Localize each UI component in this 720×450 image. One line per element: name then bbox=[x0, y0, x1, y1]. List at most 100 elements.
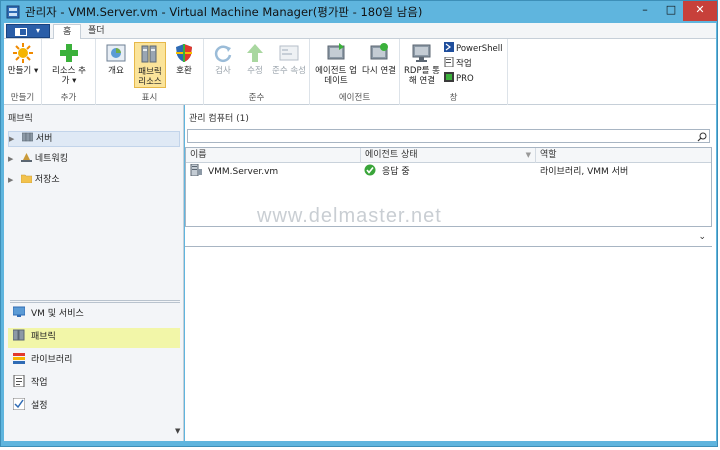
tab-folder[interactable]: 폴더 bbox=[79, 24, 114, 39]
vmm-app-icon bbox=[6, 5, 20, 19]
remediate-button[interactable]: 수정 bbox=[240, 42, 270, 76]
nav-vms-services[interactable]: VM 및 서비스 bbox=[8, 305, 180, 325]
results-pane: 관리 컴퓨터 (1) 이름 에이전트 상태 ▼ 역할 VMM.Server.vm… bbox=[185, 105, 716, 441]
compliance-label: 호환 bbox=[176, 66, 192, 76]
pie-chart-icon bbox=[106, 44, 126, 62]
table-row[interactable]: VMM.Server.vm 응답 중 라이브러리, VMM 서버 bbox=[186, 164, 711, 181]
group-label-show: 표시 bbox=[141, 93, 158, 103]
reconnect-icon bbox=[370, 43, 388, 60]
navigation-pane-title: 패브릭 bbox=[8, 114, 33, 124]
tree-item-servers-label: 서버 bbox=[35, 134, 53, 144]
nav-jobs[interactable]: 작업 bbox=[8, 374, 180, 394]
nav-scroll-down-icon[interactable]: ▼ bbox=[175, 427, 180, 435]
ribbon: 만들기 ▾ 만들기 리소스 추가 ▾ 추가 개요 패브릭 리소스 호환 표시 검… bbox=[4, 39, 716, 105]
powershell-label: PowerShell bbox=[456, 44, 503, 54]
group-label-window: 창 bbox=[449, 93, 458, 103]
search-icon[interactable] bbox=[697, 132, 707, 142]
nav-fabric-label: 패브릭 bbox=[31, 332, 56, 342]
overview-button[interactable]: 개요 bbox=[100, 42, 132, 76]
ribbon-group-create: 만들기 ▾ 만들기 bbox=[4, 39, 42, 105]
pro-button[interactable]: PRO bbox=[444, 72, 474, 84]
ribbon-group-compliance: 검사 수정 준수 속성 준수 bbox=[204, 39, 310, 105]
details-pane-bar[interactable]: ⌄ bbox=[185, 229, 712, 247]
servers-icon bbox=[21, 132, 33, 142]
chevron-down-icon: ▾ bbox=[36, 26, 41, 35]
pro-icon bbox=[444, 72, 454, 82]
grid-header-row: 이름 에이전트 상태 ▼ 역할 bbox=[186, 148, 711, 163]
jobs-icon bbox=[13, 375, 25, 387]
ribbon-group-window: RDP를 통해 연결 PowerShell 작업 PRO 창 bbox=[400, 39, 508, 105]
up-arrow-icon bbox=[247, 44, 263, 62]
cell-role: 라이브러리, VMM 서버 bbox=[540, 167, 629, 177]
reconnect-button[interactable]: 다시 연결 bbox=[362, 42, 396, 76]
tree-item-networking-label: 네트워킹 bbox=[34, 154, 68, 164]
ribbon-group-add: 리소스 추가 ▾ 추가 bbox=[42, 39, 96, 105]
nav-jobs-label: 작업 bbox=[31, 378, 48, 388]
add-resources-button[interactable]: 리소스 추가 ▾ bbox=[52, 42, 86, 86]
tree-item-networking[interactable]: ▶ 네트워킹 bbox=[8, 152, 180, 168]
create-button[interactable]: 만들기 ▾ bbox=[6, 42, 40, 76]
fabric-icon bbox=[13, 329, 25, 341]
agent-update-icon bbox=[327, 43, 345, 60]
nav-library[interactable]: 라이브러리 bbox=[8, 351, 180, 371]
app-window: 관리자 - VMM.Server.vm - Virtual Machine Ma… bbox=[0, 0, 718, 447]
minimize-button[interactable]: – bbox=[631, 1, 659, 21]
ribbon-group-show: 개요 패브릭 리소스 호환 표시 bbox=[96, 39, 204, 105]
create-button-label: 만들기 ▾ bbox=[7, 66, 39, 76]
search-input[interactable] bbox=[187, 129, 710, 143]
column-header-agent-status[interactable]: 에이전트 상태 ▼ bbox=[361, 148, 536, 163]
nav-settings[interactable]: 설정 bbox=[8, 397, 180, 417]
chevron-down-icon[interactable]: ⌄ bbox=[698, 232, 706, 242]
fabric-resources-button[interactable]: 패브릭 리소스 bbox=[134, 42, 166, 88]
rdp-connect-button[interactable]: RDP를 통해 연결 bbox=[402, 42, 442, 86]
ribbon-tab-strip: ▾ 홈 폴더 bbox=[4, 23, 716, 40]
nav-vms-services-label: VM 및 서비스 bbox=[31, 309, 84, 319]
sparkle-create-icon bbox=[13, 43, 33, 63]
green-plus-icon bbox=[60, 44, 78, 62]
properties-icon bbox=[279, 45, 299, 61]
column-header-role[interactable]: 역할 bbox=[536, 148, 711, 163]
pane-splitter[interactable] bbox=[10, 300, 180, 303]
shield-icon bbox=[176, 44, 192, 62]
update-agent-button[interactable]: 에이전트 업데이트 bbox=[314, 42, 358, 86]
remediate-label: 수정 bbox=[247, 66, 263, 76]
file-menu-icon bbox=[15, 28, 27, 36]
file-menu-button[interactable]: ▾ bbox=[6, 24, 50, 38]
tree-item-storage-label: 저장소 bbox=[34, 175, 60, 185]
storage-folder-icon bbox=[20, 174, 32, 183]
powershell-button[interactable]: PowerShell bbox=[444, 42, 502, 54]
overview-label: 개요 bbox=[108, 66, 124, 76]
nav-settings-label: 설정 bbox=[31, 401, 48, 411]
group-label-create: 만들기 bbox=[10, 93, 35, 103]
cell-name: VMM.Server.vm bbox=[190, 164, 278, 181]
status-ok-icon bbox=[364, 164, 376, 176]
compliance-button[interactable]: 호환 bbox=[168, 42, 200, 76]
scan-button[interactable]: 검사 bbox=[208, 42, 238, 76]
compliance-properties-button[interactable]: 준수 속성 bbox=[272, 42, 306, 76]
watermark: www.delmaster.net bbox=[257, 205, 442, 227]
results-title: 관리 컴퓨터 (1) bbox=[189, 114, 249, 124]
expand-arrow-icon: ▶ bbox=[8, 155, 14, 163]
expand-arrow-icon: ▶ bbox=[8, 176, 14, 184]
reconnect-label: 다시 연결 bbox=[362, 66, 396, 76]
tab-home[interactable]: 홈 bbox=[53, 24, 82, 40]
fabric-resources-label: 패브릭 리소스 bbox=[138, 67, 162, 87]
nav-fabric[interactable]: 패브릭 bbox=[8, 328, 180, 348]
update-agent-label: 에이전트 업데이트 bbox=[315, 66, 357, 86]
add-resources-label: 리소스 추가 ▾ bbox=[52, 66, 86, 86]
cell-agent-status: 응답 중 bbox=[364, 164, 410, 181]
tree-item-storage[interactable]: ▶ 저장소 bbox=[8, 173, 180, 189]
cell-name-text: VMM.Server.vm bbox=[208, 167, 279, 177]
tree-item-servers[interactable]: ▶ 서버 bbox=[8, 131, 180, 147]
compliance-properties-label: 준수 속성 bbox=[272, 66, 306, 76]
column-header-name[interactable]: 이름 bbox=[186, 148, 361, 163]
group-label-add: 추가 bbox=[60, 93, 77, 103]
jobs-button[interactable]: 작업 bbox=[444, 57, 472, 69]
cell-agent-status-text: 응답 중 bbox=[382, 167, 410, 177]
maximize-button[interactable]: □ bbox=[657, 1, 685, 21]
close-button[interactable]: ✕ bbox=[683, 1, 717, 21]
server-icon bbox=[190, 164, 202, 176]
column-header-agent-status-label: 에이전트 상태 bbox=[365, 150, 418, 160]
fabric-resources-icon bbox=[141, 45, 157, 63]
sort-arrow-icon: ▼ bbox=[525, 151, 531, 159]
